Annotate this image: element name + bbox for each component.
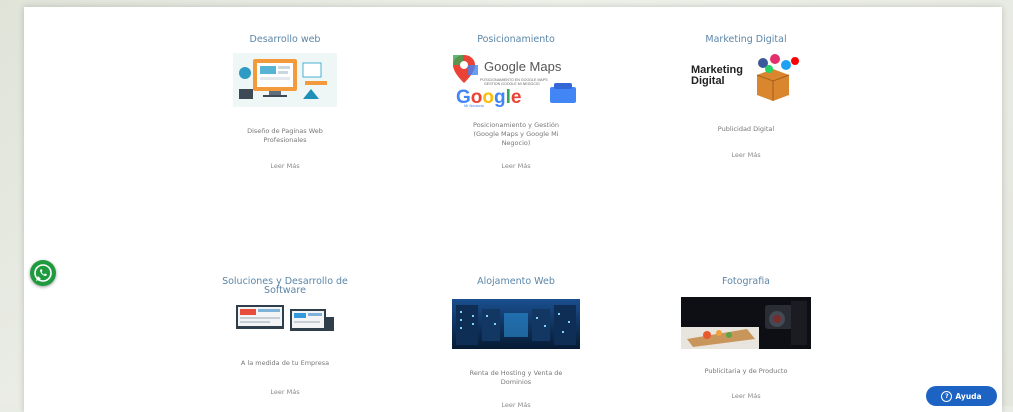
service-description: Publicitaria y de Producto [704,367,788,375]
service-title: Posicionamiento [477,34,555,45]
svg-text:Digital: Digital [691,75,725,87]
service-title: Soluciones y Desarrollo de Software [222,276,348,296]
read-more-link[interactable]: Leer Más [421,162,611,170]
service-desarrollo-web: Desarrollo web Diseño de Paginas Web Pro… [190,35,380,170]
service-title: Alojamento Web [477,276,555,287]
service-title: Desarrollo web [249,34,321,45]
google-maps-image: Google Maps POSICIONAMIENTO EN GOOGLE MA… [450,53,582,107]
service-posicionamiento: Posicionamiento Google Maps POSICIONAMIE… [421,35,611,170]
whatsapp-icon [34,264,52,282]
help-button[interactable]: ? Ayuda [926,386,997,406]
read-more-link[interactable]: Leer Más [421,401,611,409]
service-marketing-digital: Marketing Digital Marketing Digital Publ… [651,35,841,159]
read-more-link[interactable]: Leer Más [651,392,841,400]
service-description: Renta de Hosting y Venta de Dominios [469,369,563,386]
food-photography-image [681,297,811,349]
read-more-link[interactable]: Leer Más [190,388,380,396]
marketing-digital-image: Marketing Digital [687,53,805,107]
service-description: Diseño de Paginas Web Profesionales [247,127,323,144]
google-maps-text: Google Maps [484,59,562,74]
service-description: Publicidad Digital [717,125,775,133]
question-icon: ? [941,390,953,402]
read-more-link[interactable]: Leer Más [190,162,380,170]
service-title: Marketing Digital [705,34,787,45]
service-description: Posicionamiento y Gestión (Google Maps y… [473,121,559,147]
service-title: Fotografia [721,276,771,287]
service-description: A la medida de tu Empresa [240,359,330,367]
service-alojamiento-web: Alojamento Web Renta de Hosting y Venta … [421,277,611,409]
services-section: Desarrollo web Diseño de Paginas Web Pro… [24,7,1002,412]
software-screens-image [234,303,336,333]
whatsapp-button[interactable] [30,260,56,286]
service-fotografia: Fotografia Publicitaria y de Producto Le… [651,277,841,400]
svg-text:GESTION GOOGLE MI NEGOCIO: GESTION GOOGLE MI NEGOCIO [484,82,540,86]
web-development-image [233,53,337,107]
help-button-label: Ayuda [955,391,982,401]
svg-text:Mi Negocio: Mi Negocio [464,103,485,107]
server-room-image [452,299,580,349]
read-more-link[interactable]: Leer Más [651,151,841,159]
service-software: Soluciones y Desarrollo de Software A la… [190,277,380,396]
